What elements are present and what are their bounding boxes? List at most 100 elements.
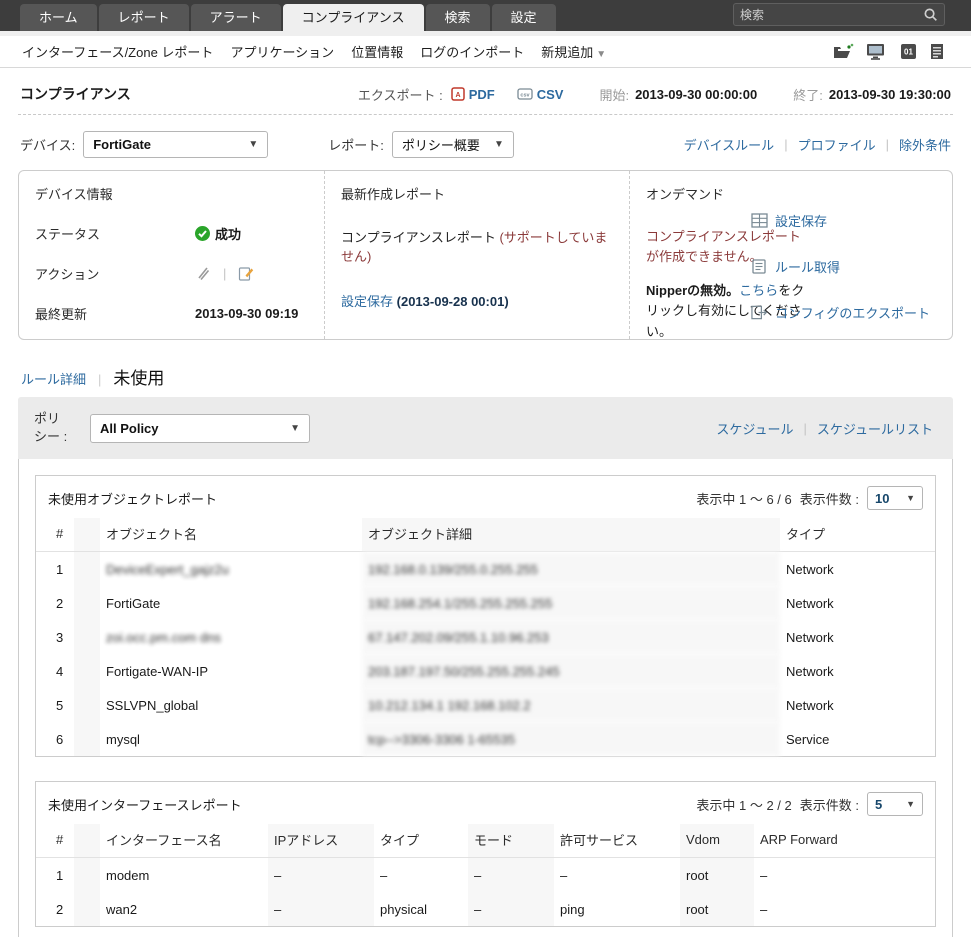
- unused-objects-report: 未使用オブジェクトレポート 表示中 1 ～ 6 / 6 表示件数 : 10 ▼ #…: [35, 475, 936, 757]
- objects-page-size-select[interactable]: 10 ▼: [867, 486, 923, 510]
- last-updated-label: 最終更新: [35, 307, 88, 322]
- table-cell: root: [680, 857, 754, 892]
- nav-add-new[interactable]: 新規追加 ▼: [541, 42, 606, 61]
- interfaces-page-size-select[interactable]: 5 ▼: [867, 792, 923, 816]
- config-save-report-link[interactable]: 設定保存: [341, 294, 393, 309]
- ondemand-rule-fetch[interactable]: ルール取得: [751, 257, 930, 276]
- action-label: アクション: [35, 267, 100, 282]
- objects-pagination: 表示中 1 ～ 6 / 6 表示件数 : 10 ▼: [696, 486, 923, 510]
- report-document-icon[interactable]: [929, 43, 945, 61]
- search-input[interactable]: [740, 7, 923, 22]
- column-header: オブジェクト名: [100, 518, 362, 552]
- column-header: IPアドレス: [268, 824, 374, 858]
- section-tabs: ルール詳細 | 未使用: [18, 364, 953, 389]
- nav-geolocation[interactable]: 位置情報: [351, 42, 403, 61]
- tab-reports[interactable]: レポート: [98, 4, 189, 31]
- nav-interface-zone-report[interactable]: インターフェース/Zone レポート: [22, 42, 213, 61]
- chevron-down-icon: ▼: [493, 139, 504, 150]
- schedule-link[interactable]: スケジュール: [716, 419, 793, 438]
- fetch-config-icon[interactable]: [195, 266, 211, 281]
- column-header: [74, 518, 100, 552]
- table-cell: Network: [786, 562, 834, 577]
- table-cell: [74, 892, 100, 926]
- table-cell: –: [760, 902, 768, 917]
- export-icon: [751, 305, 768, 320]
- column-header: Vdom: [680, 824, 754, 858]
- tab-settings[interactable]: 設定: [491, 4, 556, 31]
- table-cell: ping: [560, 902, 585, 917]
- export-csv-link[interactable]: csv CSV: [517, 87, 563, 102]
- latest-report-title: 最新作成レポート: [341, 187, 446, 202]
- table-cell: 2: [56, 902, 64, 917]
- on-demand-title: オンデマンド: [646, 187, 725, 202]
- edit-note-icon[interactable]: [238, 266, 254, 281]
- policy-filter-bar: ポリ シー : All Policy ▼ スケジュール | スケジュールリスト: [18, 397, 953, 459]
- table-cell: [74, 551, 100, 586]
- nav-log-import[interactable]: ログのインポート: [420, 42, 524, 61]
- table-cell: –: [560, 868, 568, 883]
- exclusions-link[interactable]: 除外条件: [899, 135, 951, 154]
- report-controls: デバイス: FortiGate ▼ レポート: ポリシー概要 ▼ デバイスルール |…: [18, 131, 953, 158]
- export-pdf-link[interactable]: A PDF: [450, 87, 495, 102]
- chevron-down-icon: ▼: [290, 422, 300, 434]
- table-cell: 67.147.202.09/255.1.10.96.253: [362, 620, 780, 654]
- column-header: モード: [468, 824, 554, 858]
- tab-compliance[interactable]: コンプライアンス: [282, 4, 424, 31]
- document-icon: [751, 259, 768, 274]
- interfaces-showing-text: 表示中 1 ～ 2 / 2: [696, 797, 792, 813]
- top-navbar: ホーム レポート アラート コンプライアンス 検索 設定: [0, 0, 971, 31]
- report-type-select[interactable]: ポリシー概要 ▼: [391, 131, 514, 158]
- ondemand-config-save[interactable]: 設定保存: [751, 211, 930, 230]
- table-cell: 6: [56, 732, 64, 747]
- column-header: インターフェース名: [100, 824, 268, 858]
- table-row: 2 FortiGate 192.168.254.1/255.255.255.255 N…: [36, 586, 935, 620]
- tab-search[interactable]: 検索: [425, 4, 490, 31]
- interfaces-pagination: 表示中 1 ～ 2 / 2 表示件数 : 5 ▼: [696, 792, 923, 816]
- objects-showing-text: 表示中 1 ～ 6 / 6: [696, 491, 792, 507]
- new-folder-icon[interactable]: [832, 43, 854, 61]
- table-cell: SSLVPN_global: [106, 698, 199, 713]
- tab-home[interactable]: ホーム: [20, 4, 97, 31]
- schedule-list-link[interactable]: スケジュールリスト: [817, 419, 933, 438]
- tab-rule-detail[interactable]: ルール詳細: [21, 369, 86, 388]
- tab-alerts[interactable]: アラート: [190, 4, 281, 31]
- device-label: デバイス:: [20, 138, 76, 153]
- table-cell: 203.187.197.50/255.255.255.245: [362, 654, 780, 688]
- unused-interfaces-report: 未使用インターフェースレポート 表示中 1 ～ 2 / 2 表示件数 : 5 ▼ …: [35, 781, 936, 927]
- table-cell: modem: [106, 868, 150, 883]
- monitor-icon[interactable]: [866, 43, 888, 61]
- table-row: 3 zoi.occ.pm.com dns 67.147.202.09/255.1.1…: [36, 620, 935, 654]
- interfaces-count-label: 表示件数 :: [799, 797, 859, 813]
- chevron-down-icon: ▼: [596, 49, 607, 60]
- device-select[interactable]: FortiGate ▼: [83, 131, 269, 158]
- table-row: 2 wan2– physical – ping root –: [36, 892, 935, 926]
- svg-text:csv: csv: [520, 93, 530, 99]
- nav-applications[interactable]: アプリケーション: [230, 42, 334, 61]
- latest-report-column: 最新作成レポート コンプライアンスレポート (サポートしていません) 設定保存 …: [325, 171, 630, 339]
- objects-count-label: 表示件数 :: [799, 491, 859, 507]
- unused-interfaces-title: 未使用インターフェースレポート: [48, 797, 242, 813]
- table-cell: 192.168.0.139/255.0.255.255: [362, 551, 780, 586]
- table-cell: wan2: [106, 902, 138, 917]
- status-label: ステータス: [35, 227, 101, 242]
- table-cell: [74, 688, 100, 722]
- table-row: 4 Fortigate-WAN-IP 203.187.197.50/255.255.…: [36, 654, 935, 688]
- device-rules-link[interactable]: デバイスルール: [684, 135, 775, 154]
- success-check-icon: [195, 226, 210, 241]
- table-cell: Fortigate-WAN-IP: [106, 664, 209, 679]
- table-row: 1 DeviceExpert_gajz2u 192.168.0.139/255.0.…: [36, 551, 935, 586]
- policy-select[interactable]: All Policy ▼: [90, 413, 310, 443]
- device-info-title: デバイス情報: [35, 187, 113, 202]
- table-cell: Service: [786, 732, 830, 747]
- last-updated-value: 2013-09-30 09:19: [195, 306, 299, 321]
- table-cell: FortiGate: [106, 596, 161, 611]
- binary-data-icon[interactable]: 01: [900, 43, 917, 61]
- ondemand-config-export[interactable]: コンフィグのエクスポート: [751, 303, 930, 322]
- csv-icon: csv: [517, 88, 533, 100]
- profiles-link[interactable]: プロファイル: [798, 135, 876, 154]
- table-cell: 192.168.254.1/255.255.255.255: [362, 586, 780, 620]
- table-cell: [74, 722, 100, 756]
- search-icon[interactable]: [923, 7, 938, 22]
- tab-unused[interactable]: 未使用: [113, 364, 164, 389]
- pdf-icon: A: [450, 87, 465, 101]
